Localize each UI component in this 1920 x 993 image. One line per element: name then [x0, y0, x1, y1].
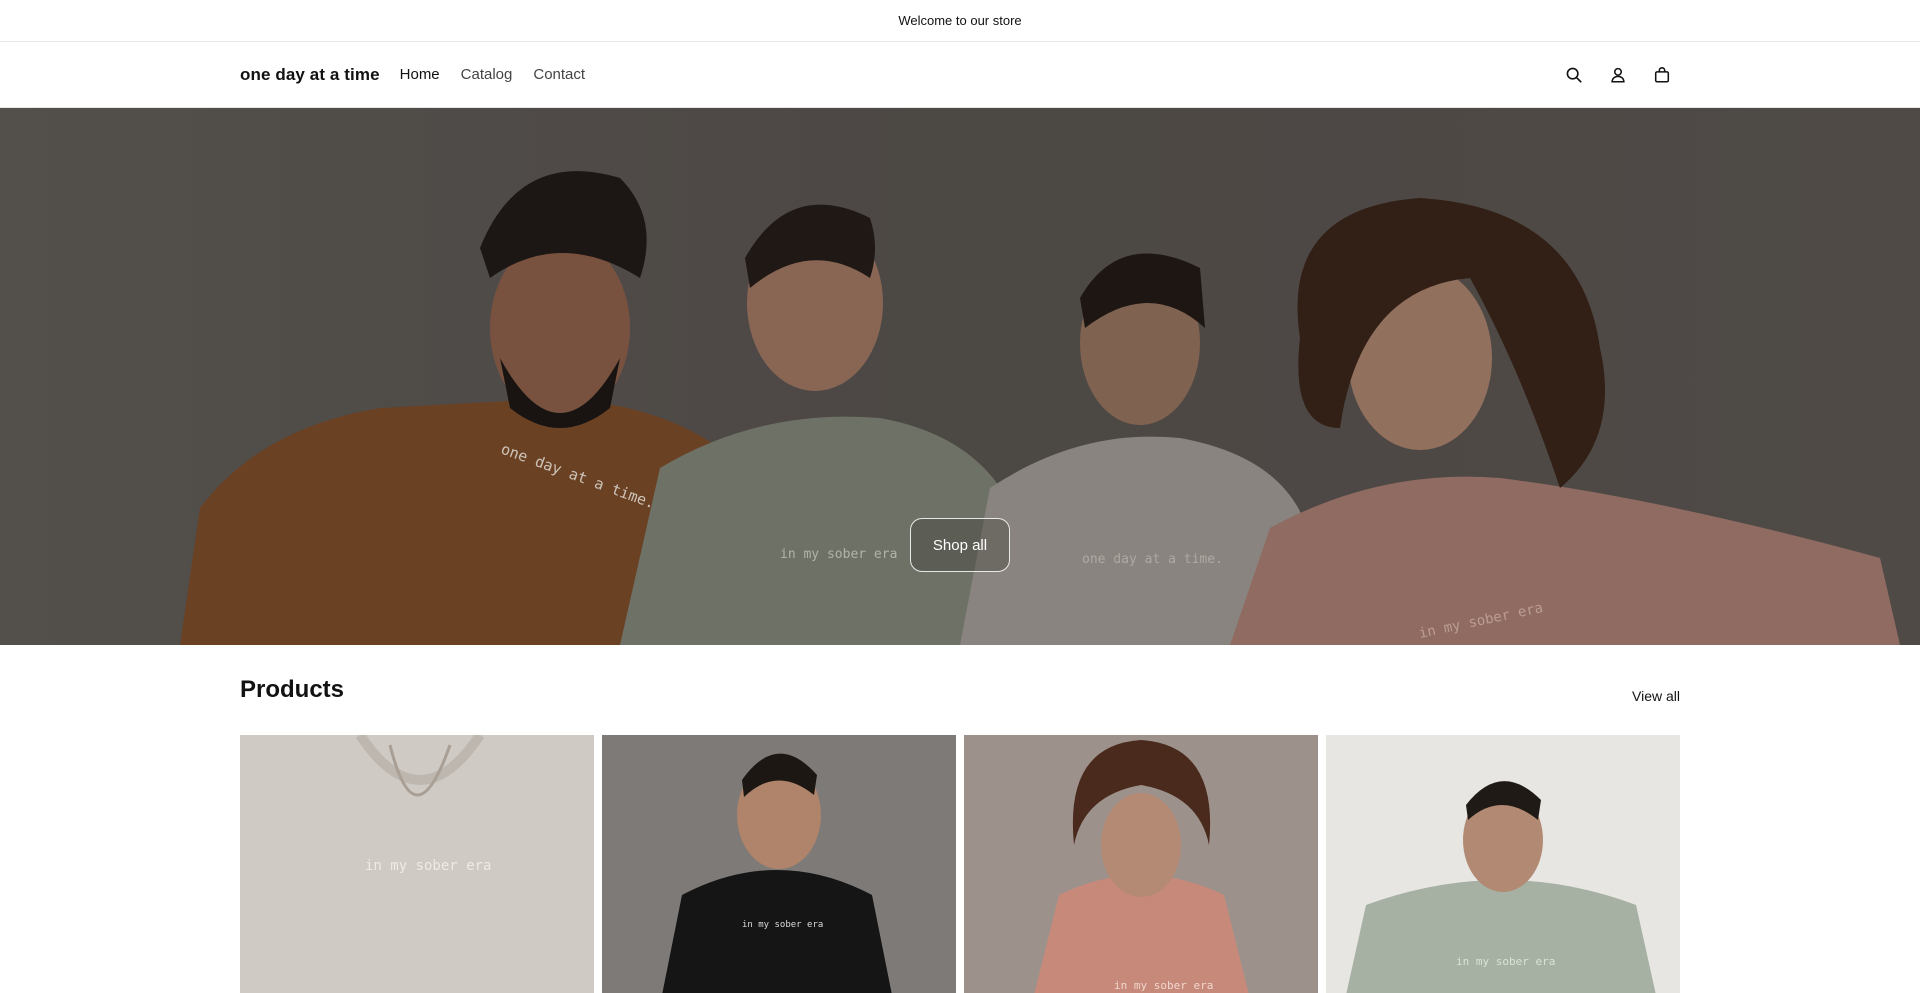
product-card[interactable]: in my sober era [964, 735, 1318, 993]
product-print-text: in my sober era [1456, 955, 1555, 968]
nav-catalog[interactable]: Catalog [461, 66, 513, 83]
nav-contact[interactable]: Contact [533, 66, 585, 83]
product-print-text: in my sober era [1114, 979, 1213, 992]
cart-icon[interactable] [1652, 65, 1672, 85]
site-header: one day at a time Home Catalog Contact [0, 42, 1920, 108]
products-title: Products [240, 676, 345, 703]
product-image: in my sober era [602, 735, 956, 993]
products-section: Products View all in my sober era in my … [0, 645, 1920, 993]
product-card[interactable]: in my sober era [602, 735, 956, 993]
shop-all-button[interactable]: Shop all [910, 518, 1010, 572]
main-nav: Home Catalog Contact [400, 66, 585, 83]
nav-home[interactable]: Home [400, 66, 440, 83]
store-logo[interactable]: one day at a time [240, 65, 380, 85]
hero-banner: one day at a time. in my sober era one d… [0, 108, 1920, 645]
product-image: in my sober era [240, 735, 594, 993]
header-icons [1564, 65, 1672, 85]
product-print-text: in my sober era [365, 858, 491, 874]
search-icon[interactable] [1564, 65, 1584, 85]
product-card[interactable]: in my sober era [1326, 735, 1680, 993]
announcement-text: Welcome to our store [898, 13, 1022, 28]
product-grid: in my sober era in my sober era in my so… [240, 735, 1680, 993]
announcement-bar: Welcome to our store [0, 0, 1920, 42]
view-all-link[interactable]: View all [1632, 688, 1680, 704]
product-print-text: in my sober era [742, 920, 823, 930]
product-image: in my sober era [964, 735, 1318, 993]
account-icon[interactable] [1608, 65, 1628, 85]
product-card[interactable]: in my sober era [240, 735, 594, 993]
product-image: in my sober era [1326, 735, 1680, 993]
